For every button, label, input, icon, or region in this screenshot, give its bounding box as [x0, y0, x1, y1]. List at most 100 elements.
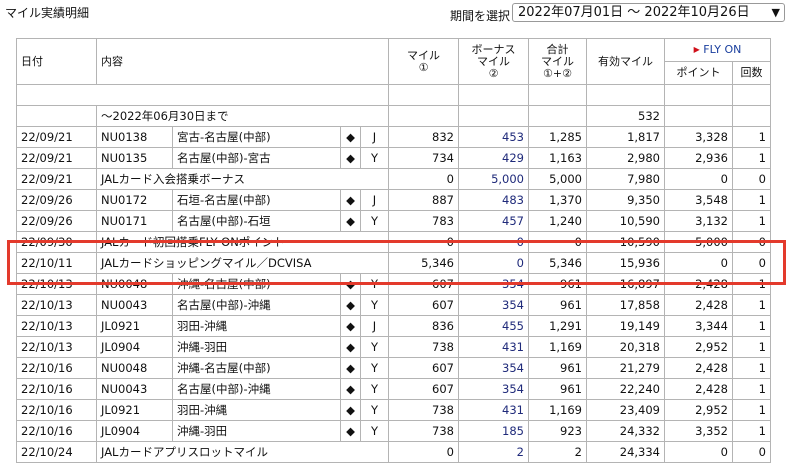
row-bonus-mile: 431 [458, 399, 529, 421]
row-count: 1 [732, 273, 771, 295]
row-bonus-mile: 429 [458, 147, 529, 169]
row-point: 3,548 [664, 189, 733, 211]
row-bonus-mile: 354 [458, 357, 529, 379]
row-mile: 738 [388, 399, 459, 421]
row-flight-code: NU0048 [96, 357, 173, 379]
row-date: 22/10/24 [16, 441, 97, 463]
row-count: 1 [732, 399, 771, 421]
table-row: 22/10/13 NU0043 名古屋(中部)-沖縄 ◆ Y 607 354 961 17,85… [16, 294, 771, 316]
row-date: 22/09/30 [16, 231, 97, 253]
row-count: 1 [732, 189, 771, 211]
row-valid-mile: 1,817 [586, 126, 665, 148]
row-point: 2,428 [664, 273, 733, 295]
row-count: 1 [732, 126, 771, 148]
header-flyon[interactable]: ▶ FLY ON [664, 38, 771, 62]
row-date: 22/09/21 [16, 168, 97, 190]
row-total-mile: 5,346 [528, 252, 587, 274]
header-bonus-mark: ② [488, 66, 499, 80]
triangle-right-icon: ▶ [693, 45, 700, 54]
header-date: 日付 [16, 38, 97, 85]
header-content: 内容 [96, 38, 389, 85]
row-point: 2,428 [664, 294, 733, 316]
row-bonus-mile: 431 [458, 336, 529, 358]
table-row: 22/10/11 JALカードショッピングマイル／DCVISA 5,346 0 5,34… [16, 252, 771, 274]
chevron-down-icon: ▼ [771, 6, 780, 19]
table-row: 22/09/26 NU0171 名古屋(中部)-石垣 ◆ Y 783 457 1,240 10,… [16, 210, 771, 232]
row-mark: ◆ [340, 294, 361, 316]
row-route: 名古屋(中部)-宮古 [172, 147, 341, 169]
row-total-mile: 1,163 [528, 147, 587, 169]
row-description: JALカード初回搭乗FLY ONポイント [96, 231, 389, 253]
row-route: 沖縄-羽田 [172, 420, 341, 442]
row-date: 22/10/13 [16, 336, 97, 358]
row-mile: 887 [388, 189, 459, 211]
period-label: 期間を選択 [450, 9, 511, 23]
row-valid-mile: 24,332 [586, 420, 665, 442]
row-date: 22/09/26 [16, 189, 97, 211]
row-valid-mile: 23,409 [586, 399, 665, 421]
row-mile: 832 [388, 126, 459, 148]
row-mile: 607 [388, 378, 459, 400]
row-total-mile: 1,285 [528, 126, 587, 148]
row-mile: 5,346 [388, 252, 459, 274]
row-valid-mile: 7,980 [586, 168, 665, 190]
row-flight-code: JL0921 [96, 399, 173, 421]
table-row: 22/09/21 JALカード入会搭乗ボーナス 0 5,000 5,000 7,980 0 0 [16, 168, 771, 190]
row-count: 0 [732, 168, 771, 190]
row-point: 3,328 [664, 126, 733, 148]
page-title: マイル実績明細 [5, 6, 90, 20]
row-count: 0 [732, 252, 771, 274]
row-date: 22/10/16 [16, 399, 97, 421]
row-class: Y [360, 357, 389, 379]
row-point: 2,428 [664, 378, 733, 400]
period-select-value: 2022年07月01日 ～ 2022年10月26日 [518, 5, 750, 20]
row-flight-code: NU0135 [96, 147, 173, 169]
row-bonus-mile: 354 [458, 273, 529, 295]
row-date: 22/10/13 [16, 273, 97, 295]
row-flight-code: NU0048 [96, 273, 173, 295]
row-class: Y [360, 294, 389, 316]
row-mark: ◆ [340, 399, 361, 421]
header-valid-mile: 有効マイル [586, 38, 665, 85]
row-route: 羽田-沖縄 [172, 315, 341, 337]
row-valid-mile: 19,149 [586, 315, 665, 337]
row-route: 名古屋(中部)-沖縄 [172, 294, 341, 316]
row-point: 2,428 [664, 357, 733, 379]
row-valid-mile: 24,334 [586, 441, 665, 463]
row-valid-mile: 22,240 [586, 378, 665, 400]
table-row: 22/10/13 NU0048 沖縄-名古屋(中部) ◆ Y 607 354 961 16,89… [16, 273, 771, 295]
row-total-mile: 0 [528, 231, 587, 253]
row-mark: ◆ [340, 273, 361, 295]
row-date: 22/10/11 [16, 252, 97, 274]
row-date: 22/10/13 [16, 315, 97, 337]
row-total-mile: 961 [528, 378, 587, 400]
row-valid-mile: 15,936 [586, 252, 665, 274]
row-point: 2,952 [664, 336, 733, 358]
row-total-mile: 1,370 [528, 189, 587, 211]
row-count: 0 [732, 441, 771, 463]
row-class: Y [360, 399, 389, 421]
header-total: 合計 マイル ①+② [528, 38, 587, 85]
row-mark: ◆ [340, 189, 361, 211]
row-mark: ◆ [340, 357, 361, 379]
row-route: 石垣-名古屋(中部) [172, 189, 341, 211]
period-select[interactable]: 2022年07月01日 ～ 2022年10月26日 ▼ [512, 3, 785, 22]
row-bonus-mile: 483 [458, 189, 529, 211]
row-mile: 607 [388, 294, 459, 316]
row-total-mile: 961 [528, 357, 587, 379]
row-total-mile: 1,240 [528, 210, 587, 232]
row-bonus-mile: 354 [458, 294, 529, 316]
row-date: 22/10/13 [16, 294, 97, 316]
row-bonus-mile: 2 [458, 441, 529, 463]
row-mark: ◆ [340, 210, 361, 232]
carryover-valid: 532 [586, 105, 665, 127]
header-mile-mark: ① [418, 60, 429, 74]
table-row: 22/09/26 NU0172 石垣-名古屋(中部) ◆ J 887 483 1,370 9,3… [16, 189, 771, 211]
row-date: 22/09/21 [16, 126, 97, 148]
row-date: 22/09/21 [16, 147, 97, 169]
row-total-mile: 961 [528, 273, 587, 295]
row-count: 1 [732, 420, 771, 442]
row-date: 22/10/16 [16, 420, 97, 442]
row-total-mile: 1,291 [528, 315, 587, 337]
row-description: JALカードショッピングマイル／DCVISA [96, 252, 389, 274]
